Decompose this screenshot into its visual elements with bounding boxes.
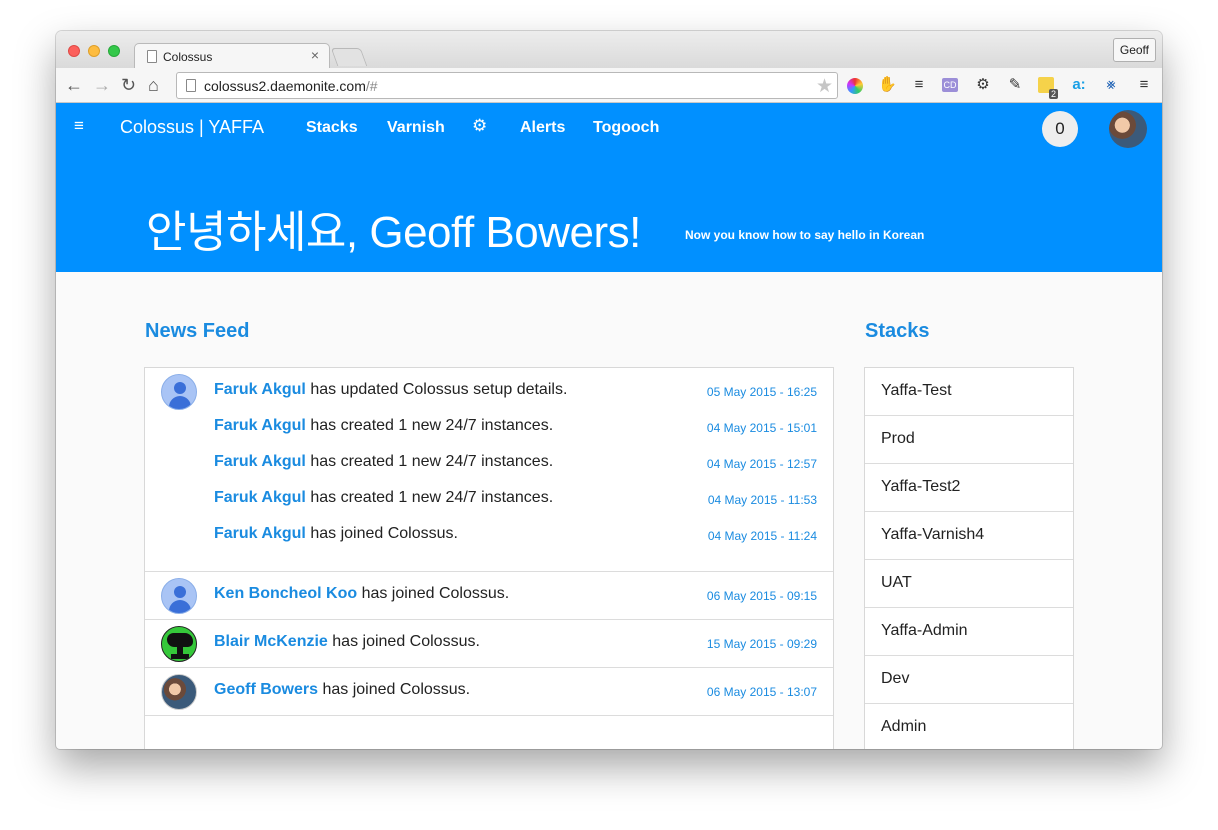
page-icon xyxy=(186,79,196,92)
feed-entry: Blair McKenzie has joined Colossus. 15 Ma… xyxy=(145,625,833,661)
back-icon[interactable]: ← xyxy=(65,74,83,96)
puzzle-extension-icon[interactable]: 2 xyxy=(1038,77,1058,99)
cd-extension-icon[interactable]: CD xyxy=(942,78,958,92)
stacks-list: Yaffa-Test Prod Yaffa-Test2 Yaffa-Varnish4 U… xyxy=(864,367,1074,749)
nav-link-stacks[interactable]: Stacks xyxy=(306,119,358,137)
stack-item[interactable]: Admin xyxy=(865,704,1073,749)
feed-action-text: has created 1 new 24/7 instances. xyxy=(310,417,554,434)
feed-action-text: has joined Colossus. xyxy=(310,525,458,542)
user-link[interactable]: Faruk Akgul xyxy=(214,525,306,542)
home-icon[interactable]: ⌂ xyxy=(148,74,159,96)
feed-action-text: has joined Colossus. xyxy=(332,633,480,650)
feed-timestamp[interactable]: 06 May 2015 - 13:07 xyxy=(707,685,817,699)
feed-action-text: has joined Colossus. xyxy=(322,681,471,698)
feed-action-text: has created 1 new 24/7 instances. xyxy=(310,489,554,506)
zoom-window-button[interactable] xyxy=(108,45,120,57)
news-feed-panel: Faruk Akgul has updated Colossus setup d… xyxy=(144,367,834,749)
profile-button[interactable]: Geoff xyxy=(1112,38,1156,62)
feed-entry: Faruk Akgul has updated Colossus setup d… xyxy=(145,373,833,409)
greeting-heading: 안녕하세요, Geoff Bowers! xyxy=(146,208,641,257)
user-link[interactable]: Ken Boncheol Koo xyxy=(214,585,357,602)
user-link[interactable]: Blair McKenzie xyxy=(214,633,328,650)
feed-group: Geoff Bowers has joined Colossus. 06 May … xyxy=(145,668,833,716)
user-avatar[interactable] xyxy=(1109,110,1147,148)
forward-icon[interactable]: → xyxy=(93,74,111,96)
chrome-menu-icon[interactable]: ≡ xyxy=(1135,76,1153,94)
close-window-button[interactable] xyxy=(68,45,80,57)
reload-icon[interactable]: ↻ xyxy=(121,74,136,96)
extension-badge: 2 xyxy=(1048,89,1058,99)
tab-bar: Colossus × Geoff xyxy=(56,31,1162,69)
notification-count-badge[interactable]: 0 xyxy=(1042,111,1078,147)
settings-gear-icon[interactable]: ⚙ xyxy=(472,116,487,136)
nav-link-varnish[interactable]: Varnish xyxy=(387,119,445,137)
feed-entry: Faruk Akgul has created 1 new 24/7 insta… xyxy=(145,481,833,517)
menu-icon[interactable]: ≡ xyxy=(74,116,84,136)
greeting-subtitle: Now you know how to say hello in Korean xyxy=(685,228,925,242)
user-link[interactable]: Geoff Bowers xyxy=(214,681,318,698)
stack-item[interactable]: Prod xyxy=(865,416,1073,464)
user-link[interactable]: Faruk Akgul xyxy=(214,417,306,434)
tab-title: Colossus xyxy=(163,50,213,64)
url-text[interactable]: colossus2.daemonite.com/# xyxy=(204,78,378,94)
stacks-title: Stacks xyxy=(865,320,930,342)
feed-entry: Faruk Akgul has created 1 new 24/7 insta… xyxy=(145,409,833,445)
stack-item[interactable]: Yaffa-Test2 xyxy=(865,464,1073,512)
feed-timestamp[interactable]: 04 May 2015 - 15:01 xyxy=(707,421,817,435)
evernote-extension-icon[interactable]: ✋ xyxy=(878,76,897,94)
stack-item[interactable]: UAT xyxy=(865,560,1073,608)
stack-item[interactable]: Yaffa-Varnish4 xyxy=(865,512,1073,560)
nav-link-alerts[interactable]: Alerts xyxy=(520,119,565,137)
feed-entry: Faruk Akgul has created 1 new 24/7 insta… xyxy=(145,445,833,481)
feed-entry: Geoff Bowers has joined Colossus. 06 May … xyxy=(145,673,833,709)
feed-timestamp[interactable]: 05 May 2015 - 16:25 xyxy=(707,385,817,399)
feed-timestamp[interactable]: 04 May 2015 - 11:24 xyxy=(708,529,817,543)
browser-toolbar: ← → ↻ ⌂ colossus2.daemonite.com/# ★ ✋ ≡ … xyxy=(56,68,1162,103)
stack-item[interactable]: Yaffa-Admin xyxy=(865,608,1073,656)
amazon-extension-icon[interactable]: a: xyxy=(1070,76,1088,94)
browser-tab[interactable]: Colossus × xyxy=(134,43,330,69)
color-picker-extension-icon[interactable] xyxy=(847,78,863,94)
feed-timestamp[interactable]: 04 May 2015 - 11:53 xyxy=(708,493,817,507)
address-bar[interactable]: colossus2.daemonite.com/# ★ xyxy=(176,72,838,99)
feed-timestamp[interactable]: 04 May 2015 - 12:57 xyxy=(707,457,817,471)
feed-action-text: has created 1 new 24/7 instances. xyxy=(310,453,554,470)
feed-action-text: has updated Colossus setup details. xyxy=(310,381,568,398)
pencil-extension-icon[interactable]: ✎ xyxy=(1006,76,1024,94)
settings-extension-icon[interactable]: ⚙ xyxy=(974,76,992,94)
feed-group: Blair McKenzie has joined Colossus. 15 Ma… xyxy=(145,620,833,668)
new-tab-button[interactable] xyxy=(330,48,368,66)
feed-entry: Ken Boncheol Koo has joined Colossus. 06 … xyxy=(145,577,833,613)
minimize-window-button[interactable] xyxy=(88,45,100,57)
user-link[interactable]: Faruk Akgul xyxy=(214,489,306,506)
browser-window: Colossus × Geoff ← → ↻ ⌂ colossus2.daemo… xyxy=(56,31,1162,749)
feed-group: Ken Boncheol Koo has joined Colossus. 06 … xyxy=(145,572,833,620)
page-icon xyxy=(147,50,157,63)
stack-item[interactable]: Dev xyxy=(865,656,1073,704)
feed-timestamp[interactable]: 15 May 2015 - 09:29 xyxy=(707,637,817,651)
feed-action-text: has joined Colossus. xyxy=(361,585,510,602)
stack-item[interactable]: Yaffa-Test xyxy=(865,368,1073,416)
feed-entry: Faruk Akgul has joined Colossus. 04 May 2… xyxy=(145,517,833,553)
feed-timestamp[interactable]: 06 May 2015 - 09:15 xyxy=(707,589,817,603)
user-link[interactable]: Faruk Akgul xyxy=(214,381,306,398)
hero-banner: 안녕하세요, Geoff Bowers! Now you know how to… xyxy=(56,153,1162,272)
news-feed-title: News Feed xyxy=(145,320,250,342)
tab-close-icon[interactable]: × xyxy=(311,47,319,63)
bookmark-star-icon[interactable]: ★ xyxy=(816,75,833,98)
feed-group: Faruk Akgul has updated Colossus setup d… xyxy=(145,368,833,572)
nav-link-togooch[interactable]: Togooch xyxy=(593,119,659,137)
user-link[interactable]: Faruk Akgul xyxy=(214,453,306,470)
brand-link[interactable]: Colossus | YAFFA xyxy=(120,117,264,138)
network-extension-icon[interactable]: ⨳ xyxy=(1102,76,1120,94)
buffer-extension-icon[interactable]: ≡ xyxy=(910,76,928,94)
app-navbar: ≡ Colossus | YAFFA Stacks Varnish ⚙ Aler… xyxy=(56,103,1162,153)
